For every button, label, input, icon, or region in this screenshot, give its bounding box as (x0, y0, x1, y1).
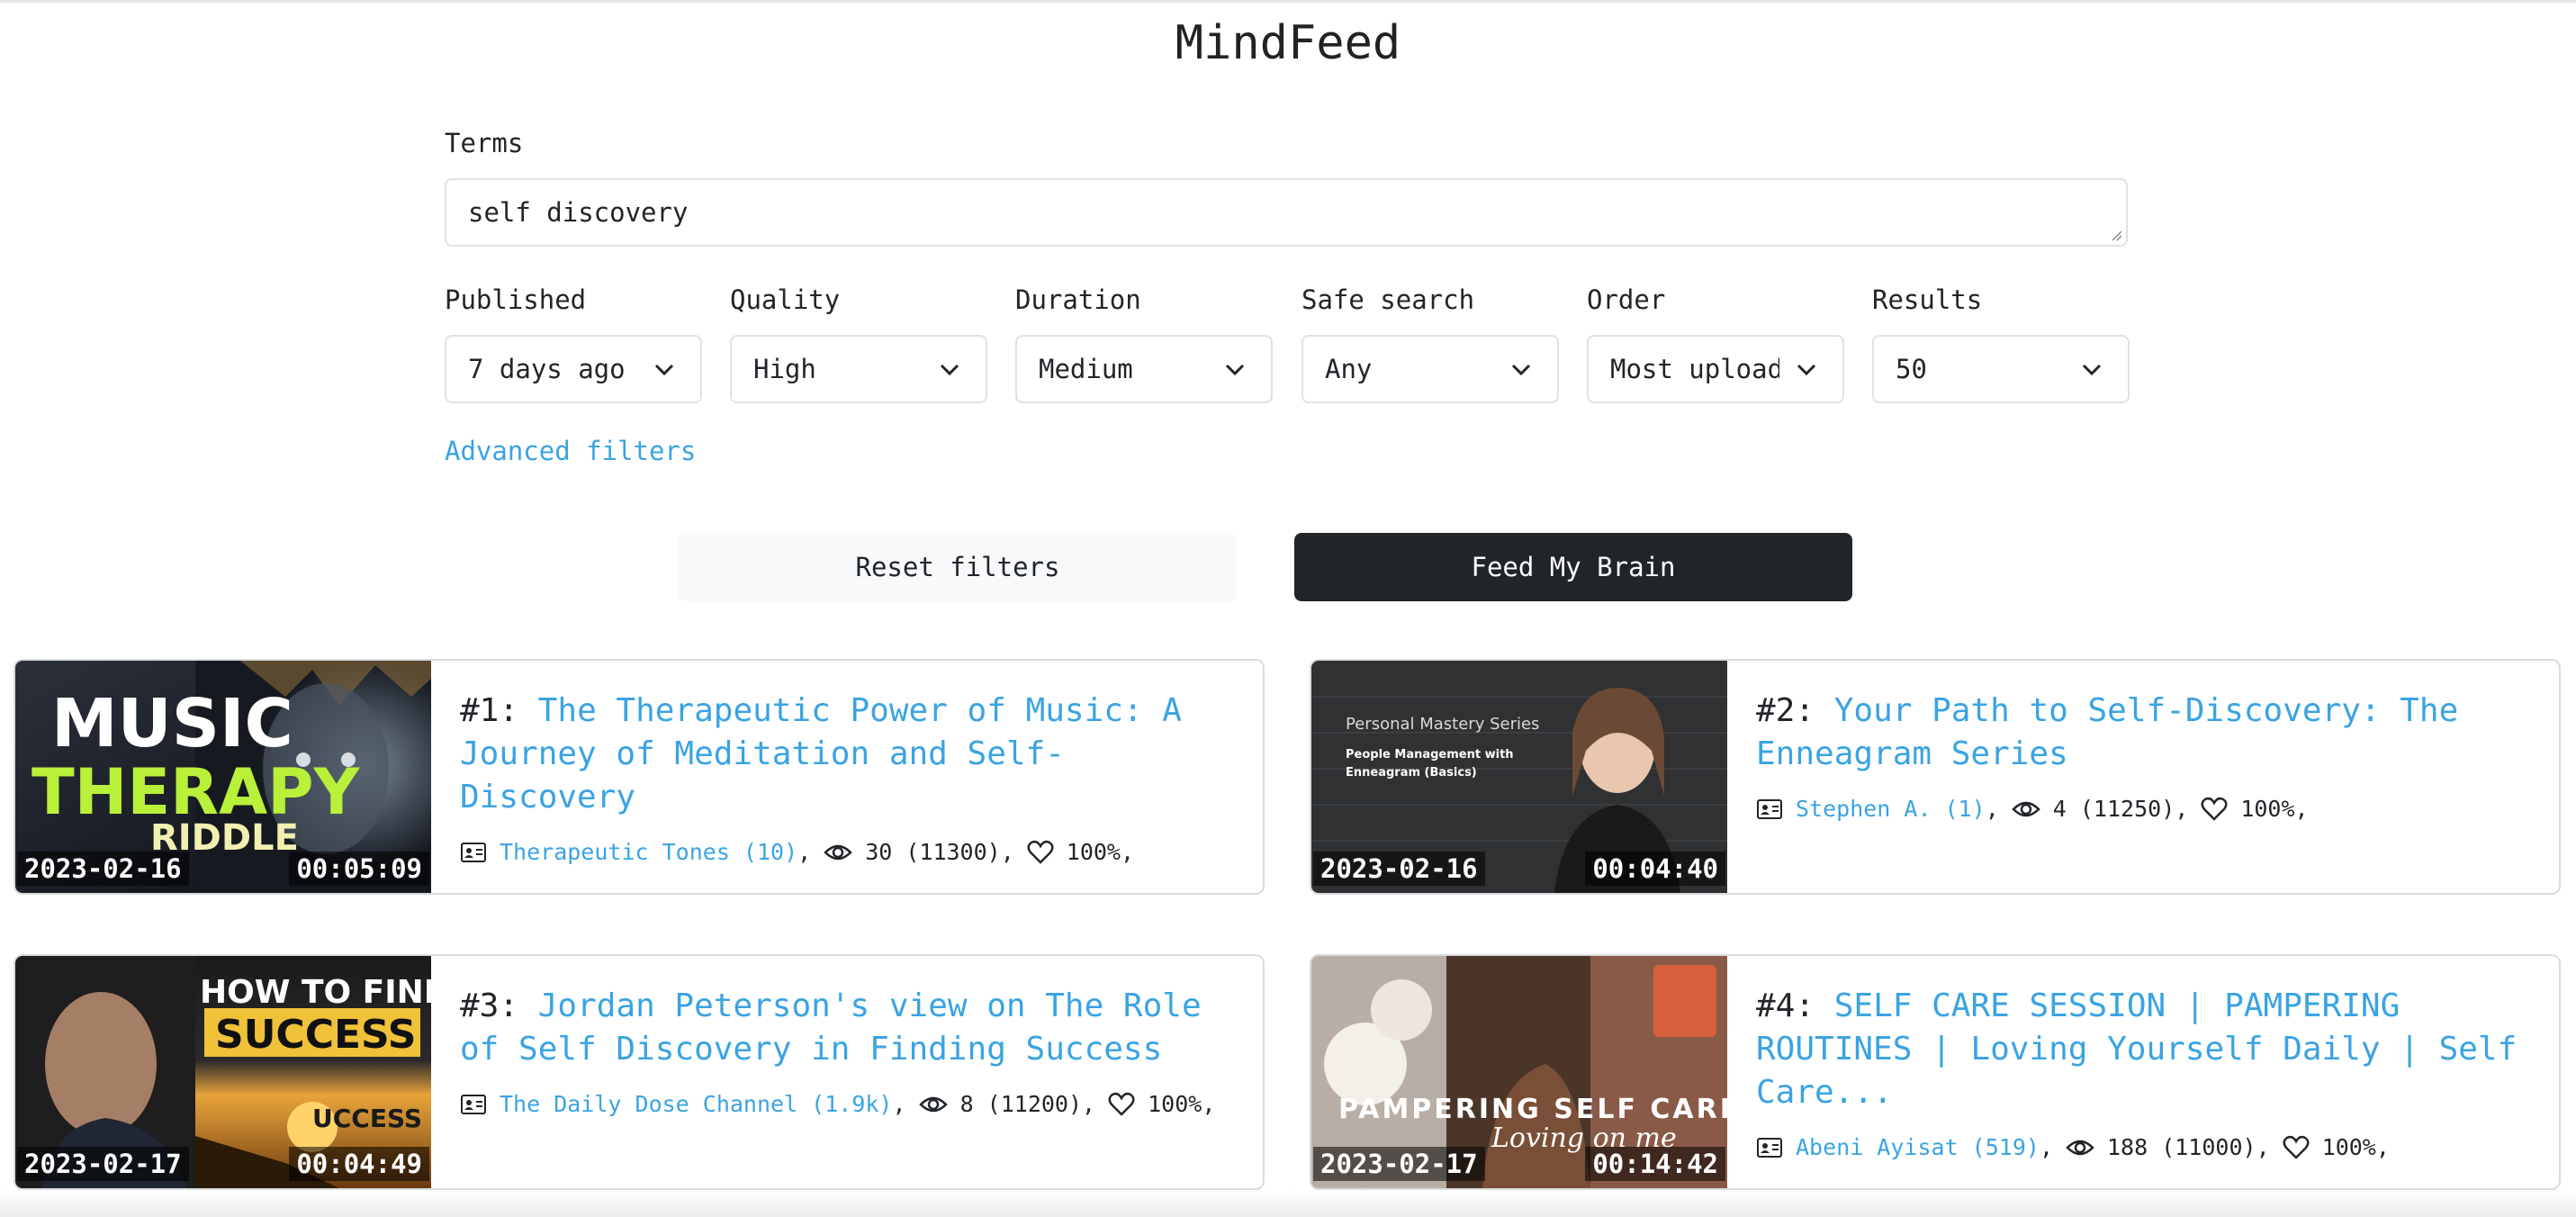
terms-label: Terms (445, 128, 524, 158)
published-select-value: 7 days ago (468, 354, 626, 384)
upload-date: 2023-02-17 (1313, 1147, 1485, 1181)
published-select[interactable]: 7 days ago (445, 335, 702, 403)
eye-icon (2012, 801, 2040, 816)
safe-search-label: Safe search (1302, 284, 1475, 315)
published-label: Published (445, 284, 587, 315)
video-thumbnail[interactable]: HOW TO FIND SUCCESS UCCESS 2023-02-17 00… (15, 956, 431, 1188)
order-select[interactable]: Most uploads (1587, 335, 1844, 403)
chevron-down-icon (1511, 364, 1531, 376)
video-title-link[interactable]: The Therapeutic Power of Music: A Journe… (460, 692, 1182, 816)
thumb-line-3: Enneagram (Basics) (1346, 766, 1477, 780)
app-title: MindFeed (1175, 16, 1401, 70)
eye-icon (824, 844, 852, 860)
upload-date: 2023-02-17 (17, 1147, 189, 1181)
order-label: Order (1587, 284, 1666, 315)
chevron-down-icon (654, 364, 674, 376)
safe-search-select[interactable]: Any (1302, 335, 1559, 403)
thumb-word-3: UCCESS (312, 1104, 422, 1133)
contact-card-icon (461, 1094, 486, 1114)
result-rank: #1: (460, 692, 519, 729)
video-title-link[interactable]: Jordan Peterson's view on The Role of Se… (460, 987, 1202, 1068)
contact-card-icon (1757, 798, 1782, 819)
top-divider (0, 0, 2576, 3)
quality-select-value: High (753, 354, 816, 384)
terms-input-value: self discovery (468, 197, 689, 228)
results-select[interactable]: 50 (1872, 335, 2130, 403)
duration-label: Duration (1015, 284, 1141, 315)
result-card: MUSIC THERAPY RIDDLE 2023-02-16 00:05:09… (14, 659, 1265, 895)
video-thumbnail[interactable]: PAMPERING SELF CARE Loving on me 2023-02… (1311, 956, 1727, 1188)
quality-select[interactable]: High (730, 335, 987, 403)
heart-icon (1027, 840, 1054, 864)
video-duration: 00:04:40 (1585, 852, 1725, 886)
view-count: 4 (11250) (2052, 796, 2175, 822)
result-rank: #2: (1756, 692, 1815, 729)
channel-link[interactable]: Therapeutic Tones (10) (500, 839, 797, 865)
heart-icon (2283, 1135, 2310, 1159)
video-thumbnail[interactable]: Personal Mastery Series People Managemen… (1311, 661, 1727, 893)
contact-card-icon (461, 842, 486, 862)
video-duration: 00:14:42 (1585, 1147, 1725, 1181)
duration-select-value: Medium (1039, 354, 1133, 384)
contact-card-icon (1757, 1137, 1782, 1158)
like-ratio: 100% (1066, 839, 1121, 865)
eye-icon (918, 1096, 948, 1112)
video-thumbnail[interactable]: MUSIC THERAPY RIDDLE 2023-02-16 00:05:09 (15, 661, 431, 893)
video-duration: 00:04:49 (289, 1147, 429, 1181)
channel-link[interactable]: The Daily Dose Channel (1.9k) (500, 1091, 893, 1117)
chevron-down-icon (940, 364, 959, 376)
upload-date: 2023-02-16 (17, 852, 189, 886)
video-title-link[interactable]: Your Path to Self-Discovery: The Enneagr… (1756, 692, 2458, 772)
view-count: 8 (11200) (959, 1091, 1083, 1117)
results-select-value: 50 (1896, 354, 1927, 384)
safe-search-select-value: Any (1325, 354, 1373, 384)
advanced-filters-link[interactable]: Advanced filters (445, 436, 696, 466)
heart-icon (1108, 1092, 1135, 1116)
view-count: 188 (11000) (2107, 1134, 2256, 1160)
thumb-word-1: MUSIC (51, 685, 293, 762)
resize-grip-icon[interactable] (2110, 229, 2122, 241)
eye-icon (2066, 1140, 2094, 1155)
view-count: 30 (11300) (865, 839, 1001, 865)
thumb-word-1: HOW TO FIND (200, 974, 431, 1011)
chevron-down-icon (2082, 364, 2102, 376)
chevron-down-icon (1797, 364, 1816, 376)
scroll-fade (0, 1190, 2576, 1217)
results-label: Results (1872, 284, 1983, 315)
thumb-word-2: SUCCESS (215, 1012, 416, 1058)
heart-icon (2201, 797, 2228, 821)
feed-my-brain-button[interactable]: Feed My Brain (1294, 533, 1852, 601)
like-ratio: 100% (1148, 1091, 1202, 1117)
duration-select[interactable]: Medium (1015, 335, 1273, 403)
chevron-down-icon (1225, 364, 1245, 376)
video-duration: 00:05:09 (289, 852, 429, 886)
channel-link[interactable]: Abeni Ayisat (519) (1796, 1134, 2040, 1160)
terms-input[interactable]: self discovery (445, 178, 2128, 247)
order-select-value: Most uploads (1610, 354, 1779, 384)
thumb-line-1: Personal Mastery Series (1346, 715, 1539, 734)
like-ratio: 100% (2240, 796, 2295, 822)
result-card: Personal Mastery Series People Managemen… (1310, 659, 2561, 895)
channel-link[interactable]: Stephen A. (1) (1796, 796, 1986, 822)
quality-label: Quality (730, 284, 841, 315)
result-card: HOW TO FIND SUCCESS UCCESS 2023-02-17 00… (14, 954, 1265, 1190)
thumb-word-1: PAMPERING SELF CARE (1338, 1094, 1727, 1125)
result-rank: #3: (460, 987, 519, 1024)
upload-date: 2023-02-16 (1313, 852, 1485, 886)
result-card: PAMPERING SELF CARE Loving on me 2023-02… (1310, 954, 2561, 1190)
video-title-link[interactable]: SELF CARE SESSION | PAMPERING ROUTINES |… (1756, 987, 2517, 1111)
thumb-line-2: People Management with (1346, 748, 1514, 762)
result-rank: #4: (1756, 987, 1815, 1024)
like-ratio: 100% (2321, 1134, 2376, 1160)
reset-filters-button[interactable]: Reset filters (679, 533, 1237, 601)
